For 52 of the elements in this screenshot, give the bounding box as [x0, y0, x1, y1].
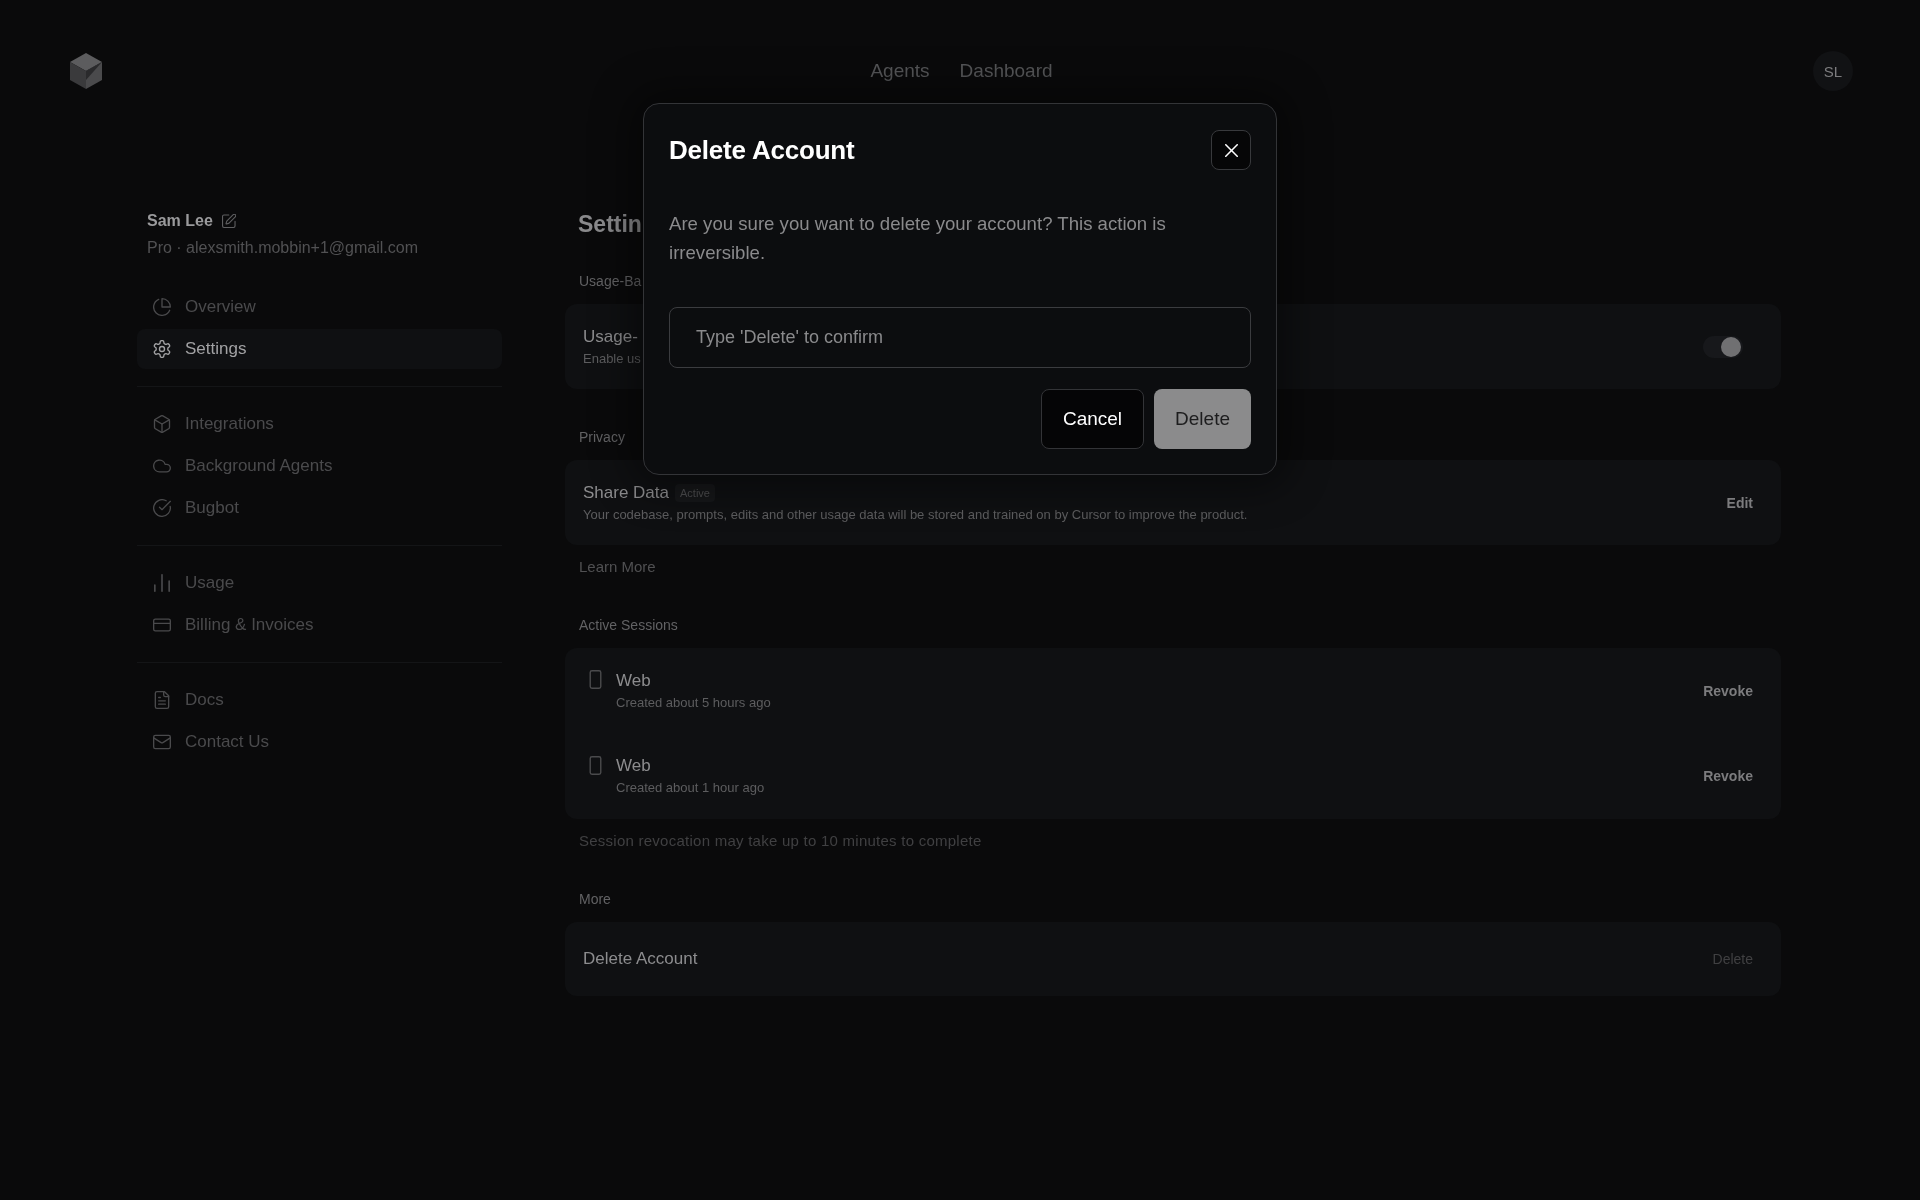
user-avatar[interactable]: SL [1813, 51, 1853, 91]
document-icon [153, 691, 171, 709]
settings-icon [153, 340, 171, 358]
sidebar-item[interactable]: Contact Us [137, 722, 502, 762]
sidebar-item[interactable]: Settings [137, 329, 502, 369]
sidebar-item[interactable]: Bugbot [137, 488, 502, 528]
dialog-title: Delete Account [669, 135, 855, 165]
bar-chart-icon [153, 574, 171, 592]
close-button[interactable] [1211, 130, 1251, 170]
sidebar-item[interactable]: Background Agents [137, 446, 502, 486]
section-label: Active Sessions [579, 616, 678, 635]
mail-icon [153, 733, 171, 751]
revoke-button[interactable]: Revoke [1703, 768, 1753, 785]
confirm-input[interactable]: Type 'Delete' to confirm [669, 307, 1251, 368]
pie-chart-icon [153, 298, 171, 316]
setting-description: Your codebase, prompts, edits and other usage data will be stored and trained on by Cursor to improve the product. [583, 505, 1248, 524]
sidebar-item[interactable]: Integrations [137, 404, 502, 444]
cloud-icon [153, 457, 171, 475]
session-time: Created about 5 hours ago [616, 693, 771, 712]
section-label: Privacy [579, 428, 625, 447]
sidebar-item[interactable]: Usage [137, 563, 502, 603]
setting-title: Usage- [583, 325, 638, 348]
session-name: Web [616, 755, 651, 778]
cube-icon [153, 415, 171, 433]
credit-card-icon [153, 616, 171, 634]
session-name: Web [616, 669, 651, 692]
plan-and-email: Pro · alexsmith.mobbin+1@gmail.com [147, 238, 418, 258]
toggle-switch[interactable] [1703, 335, 1743, 358]
section-label: More [579, 890, 611, 909]
setting-title: Delete Account [583, 948, 698, 970]
logo-icon[interactable] [70, 53, 102, 89]
phone-icon [589, 670, 602, 689]
sidebar-item[interactable]: Overview [137, 287, 502, 327]
page-title: Settin [578, 210, 642, 239]
close-icon [1224, 143, 1238, 157]
sidebar-item[interactable]: Docs [137, 680, 502, 720]
sidebar-item[interactable]: Billing & Invoices [137, 605, 502, 645]
setting-title: Share Data [583, 481, 669, 504]
learn-more-link[interactable]: Learn More [579, 557, 656, 577]
check-circle-icon [153, 499, 171, 517]
user-name: Sam Lee [147, 211, 213, 231]
session-time: Created about 1 hour ago [616, 779, 765, 798]
cancel-button[interactable]: Cancel [1040, 389, 1145, 449]
phone-icon [589, 755, 602, 775]
edit-icon[interactable] [221, 214, 236, 228]
edit-button[interactable]: Edit [1726, 494, 1753, 511]
nav-link[interactable]: Dashboard [959, 59, 1053, 83]
section-label: Usage-Ba [579, 272, 642, 291]
nav-link[interactable]: Agents [870, 59, 930, 83]
revoke-button[interactable]: Revoke [1703, 682, 1753, 699]
dialog-message: Are you sure you want to delete your account? This action is irreversible. [669, 212, 1167, 265]
setting-description: Enable us [583, 349, 641, 368]
